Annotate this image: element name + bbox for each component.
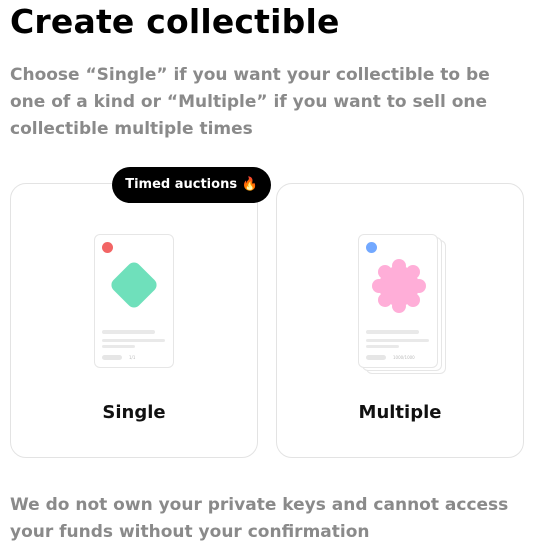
preview-text-line bbox=[366, 339, 429, 342]
multiple-label: Multiple bbox=[358, 402, 442, 423]
preview-title-line bbox=[102, 330, 155, 334]
red-dot-icon bbox=[102, 242, 113, 253]
preview-count: 1/1 bbox=[129, 355, 136, 360]
single-preview-card: 1/1 bbox=[94, 234, 174, 368]
footer-note: We do not own your private keys and cann… bbox=[10, 495, 509, 542]
page-subtitle: Choose “Single” if you want your collect… bbox=[10, 65, 490, 139]
timed-auctions-badge: Timed auctions 🔥 bbox=[112, 167, 271, 203]
single-option-card[interactable]: 1/1 Single bbox=[10, 183, 258, 458]
page-title: Create collectible bbox=[10, 2, 340, 41]
preview-price-pill bbox=[102, 355, 122, 360]
multiple-preview-card: 1000/1000 bbox=[358, 234, 438, 368]
preview-price-pill bbox=[366, 355, 386, 360]
diamond-shape-icon bbox=[111, 262, 157, 308]
flower-shape-icon bbox=[372, 259, 426, 313]
blue-dot-icon bbox=[366, 242, 377, 253]
single-label: Single bbox=[102, 402, 166, 423]
multiple-option-card[interactable]: 1000/1000 Multiple bbox=[276, 183, 524, 458]
preview-count: 1000/1000 bbox=[393, 355, 415, 360]
preview-text-line bbox=[102, 345, 135, 348]
preview-text-line bbox=[366, 345, 399, 348]
preview-title-line bbox=[366, 330, 419, 334]
preview-text-line bbox=[102, 339, 165, 342]
